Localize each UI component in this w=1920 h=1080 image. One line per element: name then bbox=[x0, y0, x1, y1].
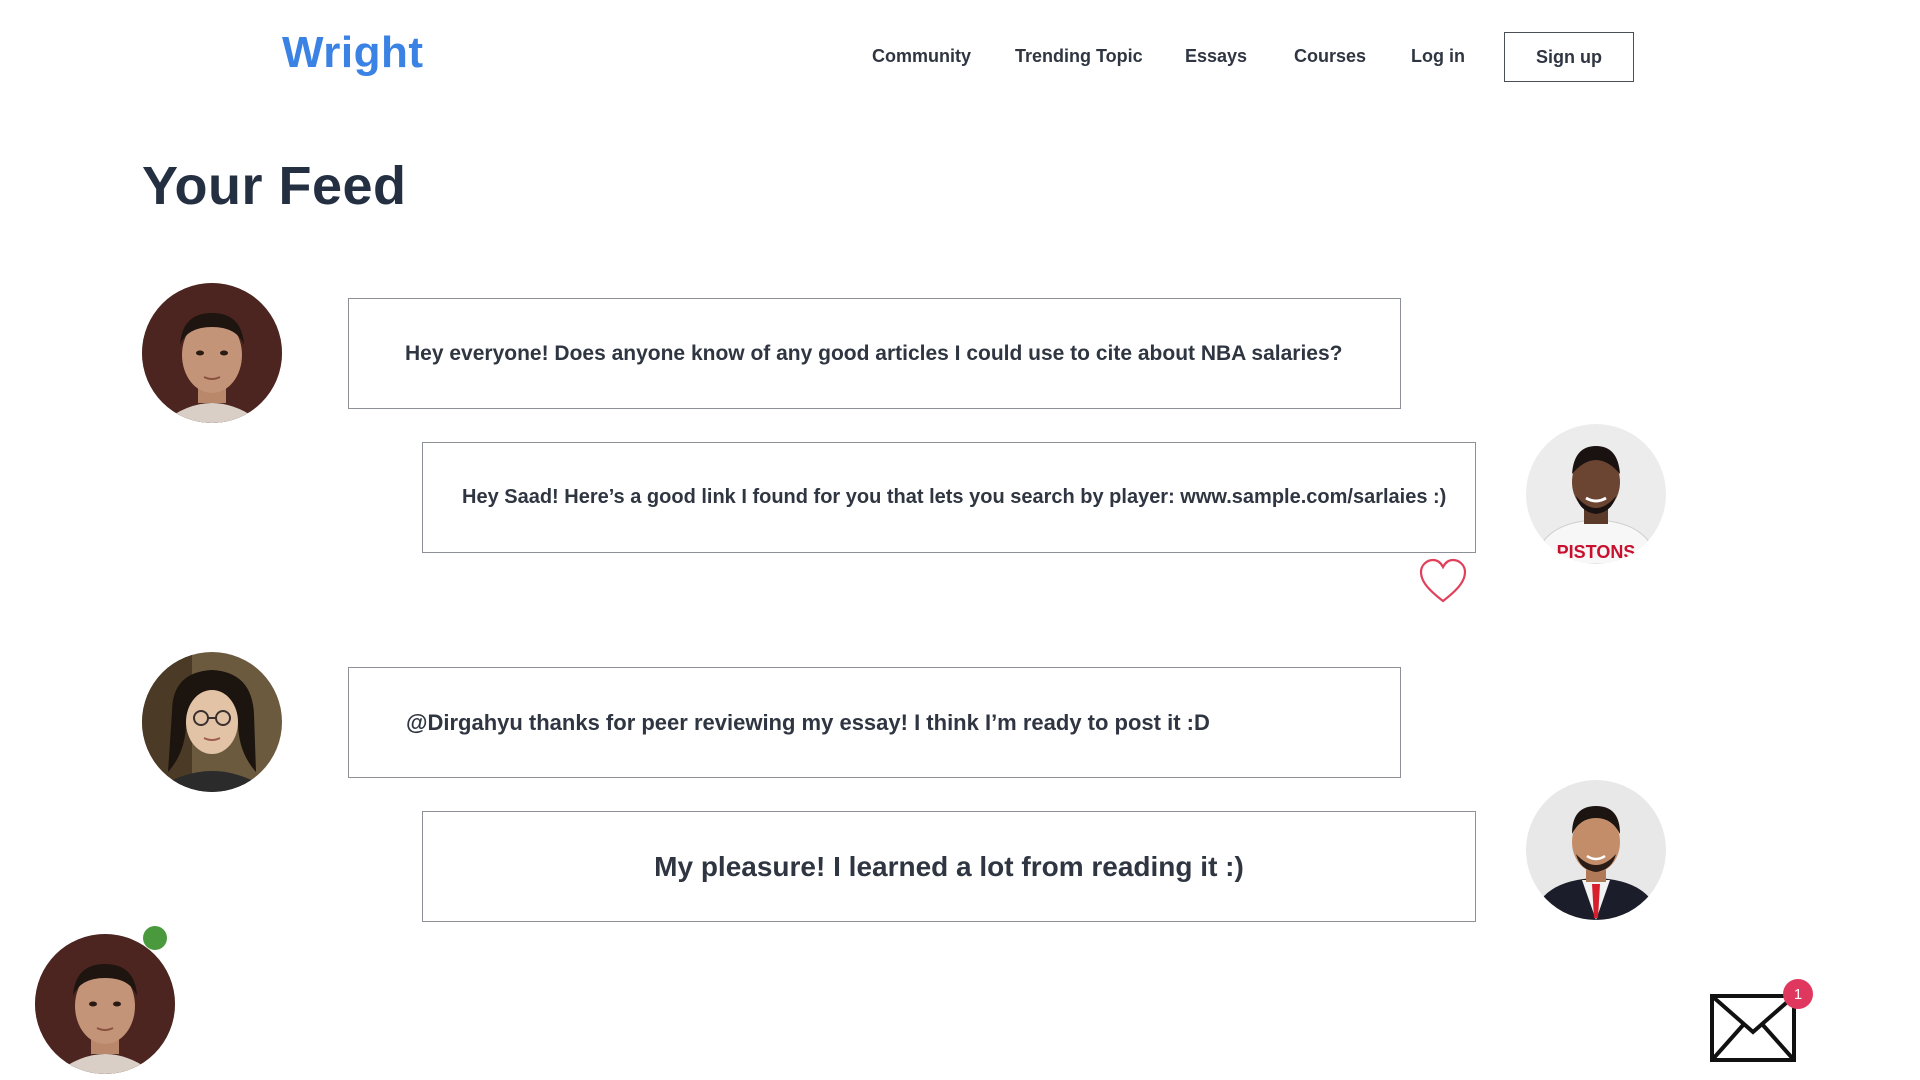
sign-up-button[interactable]: Sign up bbox=[1504, 32, 1634, 82]
page-title: Your Feed bbox=[142, 156, 407, 216]
heart-icon[interactable] bbox=[1418, 556, 1468, 606]
reply-text: My pleasure! I learned a lot from readin… bbox=[654, 850, 1244, 882]
online-status-indicator bbox=[143, 926, 167, 950]
reply-text: Hey Saad! Here’s a good link I found for… bbox=[462, 486, 1447, 508]
page: Wright Community Trending Topic Essays C… bbox=[0, 0, 1920, 1080]
post-author-avatar[interactable] bbox=[142, 283, 282, 423]
nav-essays[interactable]: Essays bbox=[1185, 46, 1247, 67]
nav-community[interactable]: Community bbox=[872, 46, 971, 67]
reply-author-avatar[interactable] bbox=[1526, 780, 1666, 920]
reply-bubble: Hey Saad! Here’s a good link I found for… bbox=[422, 442, 1476, 553]
reply-author-avatar[interactable]: PISTONS bbox=[1526, 424, 1666, 564]
user-avatar-icon bbox=[142, 652, 282, 792]
post-text: Hey everyone! Does anyone know of any go… bbox=[405, 341, 1343, 365]
current-user-avatar[interactable] bbox=[35, 934, 175, 1074]
unread-messages-badge: 1 bbox=[1783, 979, 1813, 1009]
post-bubble: Hey everyone! Does anyone know of any go… bbox=[348, 298, 1401, 409]
user-avatar-icon bbox=[35, 934, 175, 1074]
post-author-avatar[interactable] bbox=[142, 652, 282, 792]
nav-log-in[interactable]: Log in bbox=[1411, 46, 1465, 67]
user-avatar-icon bbox=[1526, 780, 1666, 920]
logo[interactable]: Wright bbox=[282, 28, 424, 78]
nav-courses[interactable]: Courses bbox=[1294, 46, 1366, 67]
nav-trending-topic[interactable]: Trending Topic bbox=[1015, 46, 1143, 67]
svg-text:PISTONS: PISTONS bbox=[1557, 542, 1636, 562]
user-avatar-icon bbox=[142, 283, 282, 423]
envelope-icon[interactable] bbox=[1710, 994, 1796, 1062]
user-avatar-icon: PISTONS bbox=[1526, 424, 1666, 564]
reply-bubble: My pleasure! I learned a lot from readin… bbox=[422, 811, 1476, 922]
post-bubble: @Dirgahyu thanks for peer reviewing my e… bbox=[348, 667, 1401, 778]
post-text: @Dirgahyu thanks for peer reviewing my e… bbox=[406, 709, 1210, 735]
